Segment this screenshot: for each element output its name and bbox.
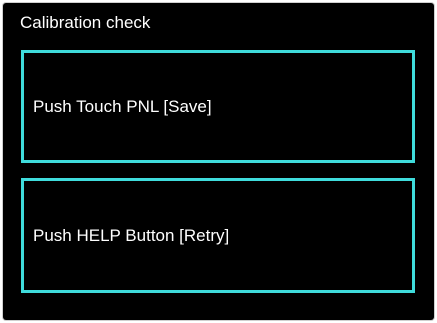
- save-option-button[interactable]: Push Touch PNL [Save]: [21, 50, 415, 163]
- calibration-screen: Calibration check Push Touch PNL [Save] …: [3, 3, 434, 320]
- save-option-label: Push Touch PNL [Save]: [33, 96, 212, 116]
- retry-option-button[interactable]: Push HELP Button [Retry]: [21, 178, 415, 293]
- screen-title: Calibration check: [20, 13, 151, 32]
- retry-option-label: Push HELP Button [Retry]: [33, 225, 230, 245]
